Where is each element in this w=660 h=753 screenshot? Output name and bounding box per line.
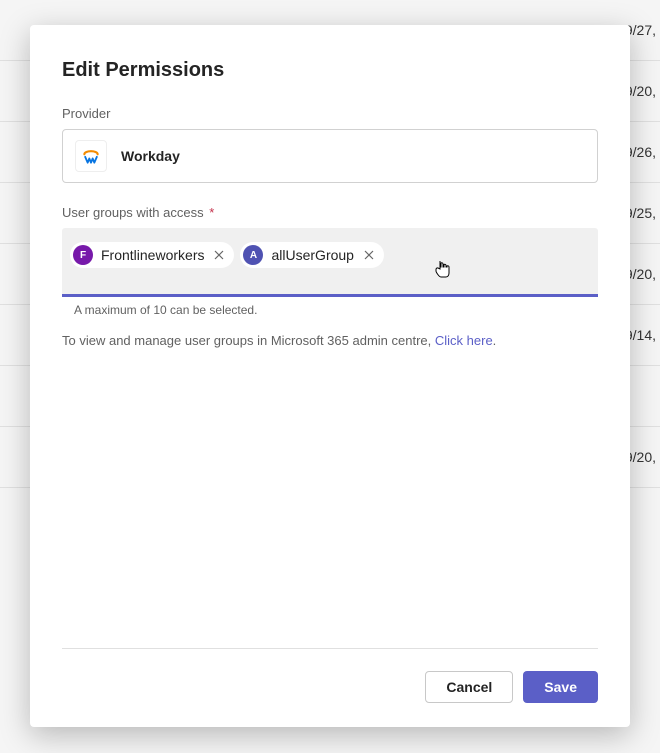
groups-label-text: User groups with access bbox=[62, 205, 204, 220]
provider-name: Workday bbox=[121, 148, 180, 164]
user-groups-input[interactable]: F Frontlineworkers A allUserGroup bbox=[62, 228, 598, 297]
pointer-cursor-icon bbox=[435, 260, 451, 283]
chip-label: Frontlineworkers bbox=[101, 247, 204, 263]
remove-chip-icon[interactable] bbox=[212, 250, 226, 260]
required-mark: * bbox=[209, 205, 214, 220]
edit-permissions-dialog: Edit Permissions Provider Workday User g… bbox=[30, 25, 630, 727]
footer-divider bbox=[62, 648, 598, 649]
group-chip: F Frontlineworkers bbox=[70, 242, 234, 268]
chip-label: allUserGroup bbox=[271, 247, 353, 263]
provider-label: Provider bbox=[62, 106, 598, 121]
click-here-link[interactable]: Click here bbox=[435, 333, 493, 348]
cancel-button[interactable]: Cancel bbox=[425, 671, 513, 703]
groups-label: User groups with access * bbox=[62, 205, 598, 220]
group-chip: A allUserGroup bbox=[240, 242, 383, 268]
info-suffix: . bbox=[493, 333, 497, 348]
info-text: To view and manage user groups in Micros… bbox=[62, 333, 598, 348]
save-button[interactable]: Save bbox=[523, 671, 598, 703]
workday-icon bbox=[75, 140, 107, 172]
dialog-title: Edit Permissions bbox=[62, 59, 598, 82]
helper-text: A maximum of 10 can be selected. bbox=[62, 303, 598, 317]
provider-display: Workday bbox=[62, 129, 598, 183]
remove-chip-icon[interactable] bbox=[362, 250, 376, 260]
avatar: A bbox=[243, 245, 263, 265]
info-prefix: To view and manage user groups in Micros… bbox=[62, 333, 435, 348]
dialog-footer: Cancel Save bbox=[62, 671, 598, 703]
avatar: F bbox=[73, 245, 93, 265]
